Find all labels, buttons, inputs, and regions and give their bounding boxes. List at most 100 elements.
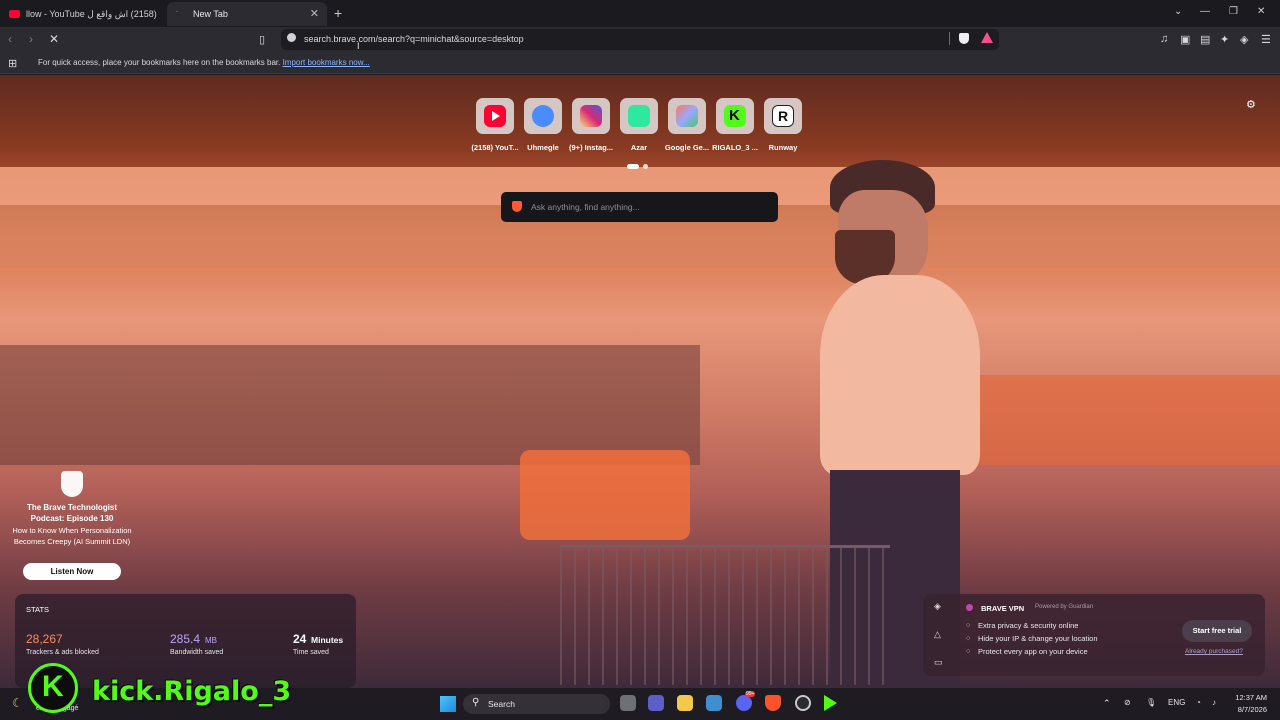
menu-icon[interactable]: ☰ <box>1261 33 1271 46</box>
site-info-icon[interactable] <box>287 33 296 42</box>
card-icon[interactable]: ▭ <box>934 657 943 668</box>
kick-logo-overlay: K <box>28 663 78 713</box>
tab-strip: (2158) اش واقع ل llow - YouTube ˙ New Ta… <box>0 0 1280 27</box>
minimize-button[interactable]: — <box>1200 6 1210 17</box>
wallet-icon[interactable]: ▤ <box>1200 33 1210 46</box>
divider <box>949 32 950 45</box>
brave-shields-icon[interactable] <box>959 33 969 44</box>
kick-channel-name: kick.Rigalo_3 <box>92 676 292 707</box>
shortcut-label: Runway <box>768 143 798 152</box>
check-icon: ○ <box>966 648 971 655</box>
shortcut-tile[interactable] <box>476 98 514 134</box>
teams-icon[interactable] <box>648 695 664 711</box>
bookmarks-hint: For quick access, place your bookmarks h… <box>38 58 370 67</box>
new-tab-button[interactable]: + <box>334 5 342 21</box>
bookmark-icon[interactable]: ▯ <box>259 33 265 46</box>
vpn-feature: Protect every app on your device <box>978 647 1088 656</box>
tab-search-icon[interactable]: ⌄ <box>1174 6 1182 17</box>
tab-youtube[interactable]: (2158) اش واقع ل llow - YouTube <box>0 2 165 26</box>
apps-grid-icon[interactable]: ⊞ <box>8 57 17 70</box>
youtube-icon <box>484 105 506 127</box>
vpn-powered-by: Powered by Guardian <box>1035 604 1094 610</box>
close-tab-icon[interactable]: ✕ <box>310 7 319 20</box>
tab-title: New Tab <box>193 9 228 19</box>
bandwidth-saved-value: 285.4 <box>170 632 201 646</box>
vpn-card: ◈ △ ▭ BRAVE VPN Powered by Guardian ○ Ex… <box>923 594 1265 676</box>
page-dot[interactable] <box>643 164 648 169</box>
vpn-feature: Extra privacy & security online <box>978 621 1079 630</box>
shield-icon[interactable]: ◈ <box>934 601 941 612</box>
bandwidth-unit: MB <box>205 636 217 645</box>
brave-rewards-icon[interactable] <box>981 32 993 43</box>
network-off-icon[interactable]: ⊘ <box>1124 698 1131 707</box>
warning-icon[interactable]: △ <box>934 629 941 640</box>
address-bar[interactable]: search.brave.com/search?q=minichat&sourc… <box>281 29 999 50</box>
discord-badge: 99+ <box>745 691 756 697</box>
tab-new-tab[interactable]: ˙ New Tab ✕ <box>167 2 327 26</box>
file-explorer-icon[interactable] <box>677 695 693 711</box>
brave-logo-icon <box>512 201 522 212</box>
store-icon[interactable] <box>706 695 722 711</box>
media-icon[interactable]: ♫ <box>1160 33 1168 45</box>
bookmarks-hint-text: For quick access, place your bookmarks h… <box>38 58 281 67</box>
stats-heading: STATS <box>26 605 50 614</box>
shortcut-tile[interactable] <box>524 98 562 134</box>
back-button[interactable]: ‹ <box>8 32 12 46</box>
tab-title: (2158) اش واقع ل llow - YouTube <box>26 8 157 19</box>
background-drill <box>520 450 690 540</box>
taskbar-search-label: Search <box>488 699 515 709</box>
show-hidden-icons[interactable]: ⌃ <box>1103 698 1111 709</box>
shortcut-tile[interactable]: K <box>716 98 754 134</box>
bandwidth-saved-label: Bandwidth saved <box>170 649 224 656</box>
shortcut-tile[interactable] <box>620 98 658 134</box>
gemini-icon <box>676 105 698 127</box>
kick-app-icon[interactable] <box>824 695 837 711</box>
trackers-blocked-value: 28,267 <box>26 632 63 646</box>
youtube-icon <box>9 10 20 18</box>
sidebar-icon[interactable]: ▣ <box>1180 33 1190 46</box>
vpn-icon[interactable]: ◈ <box>1240 33 1248 46</box>
settings-gear-icon[interactable]: ⚙ <box>1246 98 1256 111</box>
shortcut-tile[interactable] <box>668 98 706 134</box>
shopping-cart <box>560 545 890 685</box>
time-unit: Minutes <box>311 635 344 645</box>
search-box[interactable]: Ask anything, find anything... <box>501 192 778 222</box>
runway-icon: R <box>772 105 794 127</box>
app-icon[interactable] <box>795 695 811 711</box>
leo-ai-icon[interactable]: ✦ <box>1220 33 1229 46</box>
background-tools <box>0 345 700 465</box>
close-window-button[interactable]: ✕ <box>1257 6 1265 17</box>
chat-bubble-icon <box>532 105 554 127</box>
wifi-icon[interactable]: ◔ <box>1196 698 1201 707</box>
discord-icon[interactable] <box>736 695 752 711</box>
start-free-trial-button[interactable]: Start free trial <box>1182 620 1252 642</box>
page-dot-active[interactable] <box>627 164 639 169</box>
language-indicator[interactable]: ENG <box>1168 698 1185 707</box>
already-purchased-link[interactable]: Already purchased? <box>1185 648 1243 655</box>
stop-button[interactable]: ✕ <box>49 32 59 46</box>
windows-start-icon[interactable] <box>440 696 456 712</box>
import-bookmarks-link[interactable]: Import bookmarks now... <box>283 58 370 67</box>
shortcut-tile[interactable] <box>572 98 610 134</box>
taskbar-search[interactable]: ⚲ Search <box>463 694 610 714</box>
vpn-logo-icon <box>966 604 973 611</box>
microphone-icon[interactable]: 🎙 <box>1146 698 1156 707</box>
weather-icon[interactable]: ☾ <box>12 696 23 710</box>
instagram-icon <box>580 105 602 127</box>
volume-icon[interactable]: ♪ <box>1212 698 1216 707</box>
clock-time[interactable]: 12:37 AM <box>1233 693 1267 702</box>
task-view-icon[interactable] <box>620 695 636 711</box>
forward-button[interactable]: › <box>29 32 33 46</box>
listen-now-button[interactable]: Listen Now <box>23 563 121 580</box>
brave-browser-icon[interactable] <box>765 695 781 711</box>
vpn-feature: Hide your IP & change your location <box>978 634 1098 643</box>
promo-title: The Brave Technologist Podcast: Episode … <box>26 503 118 523</box>
search-placeholder: Ask anything, find anything... <box>531 202 640 212</box>
check-icon: ○ <box>966 635 971 642</box>
kick-logo-letter: K <box>42 670 64 703</box>
clock-date[interactable]: 8/7/2026 <box>1233 705 1267 714</box>
background-shelf-right <box>960 375 1280 465</box>
restore-button[interactable]: ❐ <box>1229 6 1238 17</box>
shortcut-tile[interactable]: R <box>764 98 802 134</box>
brave-lion-icon <box>61 471 83 497</box>
